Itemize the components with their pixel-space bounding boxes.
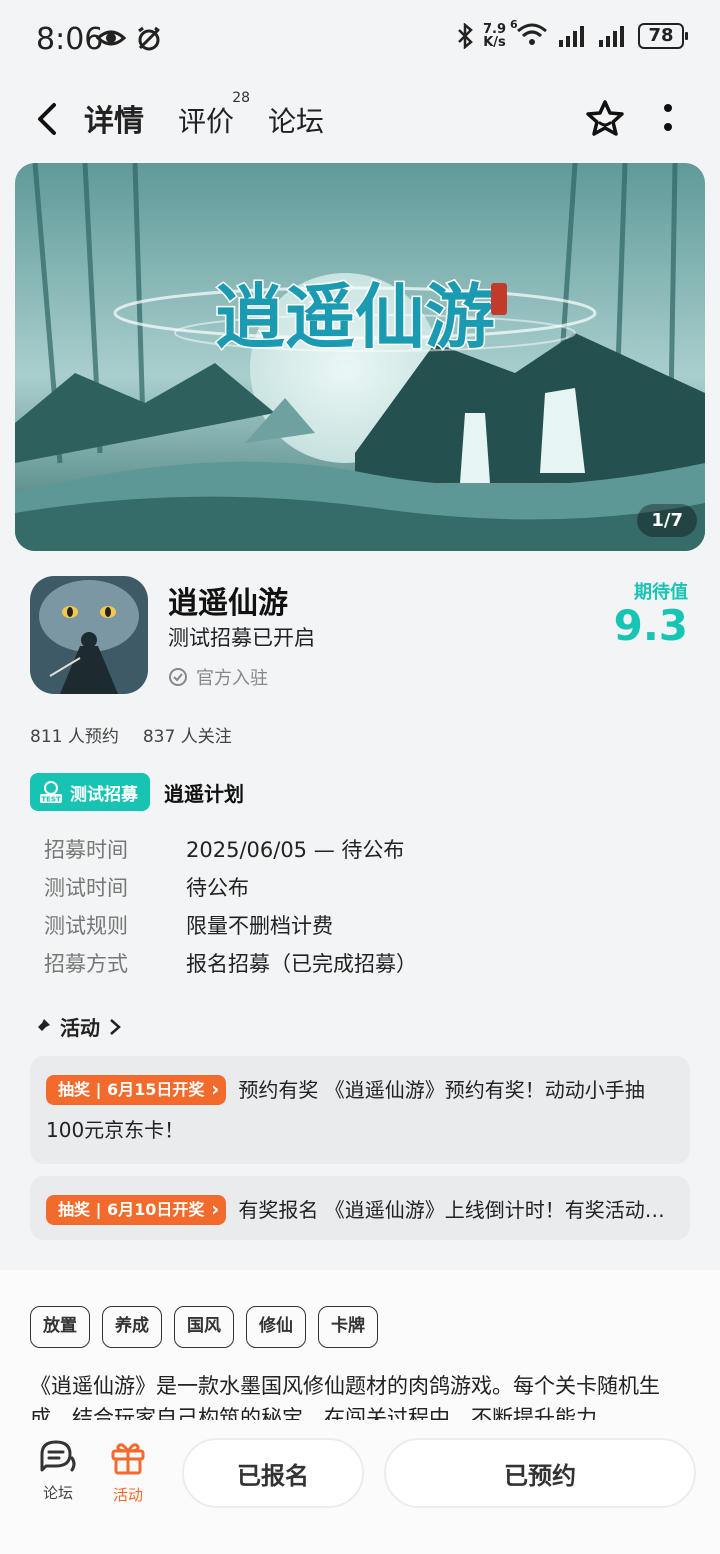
genre-tag[interactable]: 放置 (30, 1306, 90, 1348)
activity-item[interactable]: 抽奖 | 6月10日开奖有奖报名 《逍遥仙游》上线倒计时！有奖活动开启中 (30, 1176, 690, 1240)
signal-icon-2 (599, 26, 624, 47)
svg-text:TEST: TEST (41, 796, 61, 804)
game-status: 测试招募已开启 (168, 626, 315, 650)
bottom-action-bar: 论坛 活动 已报名 已预约 (0, 1420, 720, 1554)
genre-tag[interactable]: 卡牌 (318, 1306, 378, 1348)
tab-details[interactable]: 详情 (82, 96, 146, 140)
bluetooth-icon (458, 23, 473, 49)
score-value: 9.3 (613, 601, 688, 650)
favorite-star-icon[interactable] (584, 98, 626, 140)
recruit-info-table: 招募时间 2025/06/05 — 待公布 测试时间 待公布 测试规则 限量不删档计费… (44, 830, 417, 982)
activity-text: 有奖报名 《逍遥仙游》上线倒计时！有奖活动开启中 (238, 1198, 690, 1222)
info-row: 招募方式 报名招募（已完成招募） (44, 952, 417, 976)
review-count-badge: 28 (232, 90, 251, 106)
reserved-button[interactable]: 已预约 (384, 1438, 696, 1508)
gift-icon (111, 1443, 145, 1475)
forum-button[interactable]: 论坛 (28, 1438, 88, 1503)
network-speed: 7.9 K/s (482, 22, 506, 50)
chevron-right-icon (110, 1018, 121, 1035)
top-nav: 详情 评价 28 论坛 (0, 86, 720, 150)
more-options-icon[interactable] (654, 98, 682, 138)
genre-tag[interactable]: 国风 (174, 1306, 234, 1348)
tab-reviews[interactable]: 评价 28 (178, 90, 250, 140)
genre-tag[interactable]: 修仙 (246, 1306, 306, 1348)
reservation-count: 811 人预约 (30, 727, 119, 747)
info-row: 招募时间 2025/06/05 — 待公布 (44, 838, 405, 862)
test-recruit-badge: TEST 测试招募 (30, 773, 150, 811)
recruit-plan-name: 逍遥计划 (164, 781, 244, 806)
game-description: 《逍遥仙游》是一款水墨国风修仙题材的肉鸽游戏。每个关卡随机生成，结合玩家自己构筑… (30, 1374, 660, 1422)
activity-item[interactable]: 抽奖 | 6月15日开奖预约有奖 《逍遥仙游》预约有奖！动动小手抽100元京东卡… (30, 1056, 690, 1164)
eye-icon (96, 30, 126, 46)
pin-icon (34, 1018, 50, 1035)
back-arrow-icon[interactable] (34, 102, 62, 136)
wifi-label: 6 (510, 18, 518, 31)
activity-section-link[interactable]: 活动 (32, 1012, 122, 1041)
game-title: 逍遥仙游 (168, 586, 288, 621)
info-row: 测试规则 限量不删档计费 (44, 914, 333, 938)
lottery-tag: 抽奖 | 6月10日开奖 (46, 1194, 227, 1225)
status-time: 8:06 (36, 22, 104, 57)
official-badge: 官方入驻 (168, 664, 268, 690)
alarm-off-icon (138, 26, 160, 51)
forum-chat-icon (40, 1440, 76, 1472)
tab-forum[interactable]: 论坛 (268, 100, 324, 140)
info-row: 测试时间 待公布 (44, 876, 249, 900)
wifi-icon (517, 23, 547, 45)
genre-tag[interactable]: 养成 (102, 1306, 162, 1348)
signed-up-button[interactable]: 已报名 (182, 1438, 364, 1508)
game-app-icon (30, 576, 148, 694)
follower-count: 837 人关注 (142, 727, 232, 747)
test-icon: TEST (40, 781, 62, 804)
status-bar: 8:06 7.9 K/s 6 78 (0, 0, 720, 80)
banner-logo-text: 逍遥仙游 (215, 275, 495, 358)
banner-pager: 1/7 (637, 504, 697, 537)
game-banner[interactable]: 逍遥仙游 1/7 (15, 163, 705, 551)
battery-indicator: 78 (638, 23, 688, 49)
verified-check-icon (169, 668, 187, 686)
signal-icon (559, 26, 584, 47)
activity-tab-button[interactable]: 活动 (98, 1438, 158, 1505)
banner-artwork: 逍遥仙游 (15, 163, 705, 551)
lottery-tag: 抽奖 | 6月15日开奖 (46, 1074, 227, 1105)
expectation-score: 期待值 9.3 (613, 582, 688, 650)
game-info-section: 逍遥仙游 测试招募已开启 官方入驻 期待值 9.3 811 人预约 837 人关… (0, 560, 720, 1260)
